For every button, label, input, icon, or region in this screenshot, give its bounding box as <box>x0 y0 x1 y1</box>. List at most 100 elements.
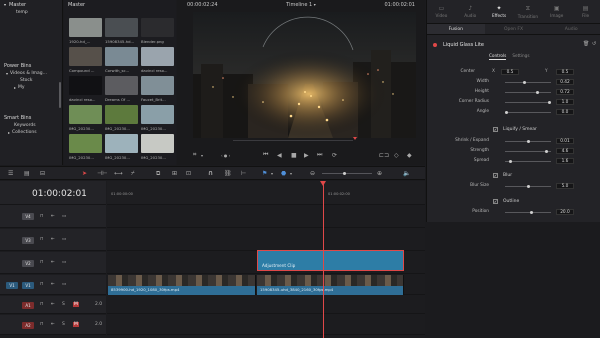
smart-bins-header[interactable]: Smart Bins <box>0 113 63 122</box>
adjustment-clip[interactable]: Adjustment Clip <box>257 250 404 271</box>
viewer-frame[interactable] <box>193 12 416 138</box>
blur-size-slider[interactable] <box>505 185 551 188</box>
timeline-view-icon[interactable]: ☰ <box>8 170 13 177</box>
video-clip-b[interactable]: 15908345-uhd_3840_2160_30fps.mp4 <box>257 275 404 295</box>
param-height-slider[interactable] <box>505 91 551 94</box>
tab-image[interactable]: ▣ Image <box>542 0 571 23</box>
effect-header[interactable]: Liquid Glass Lite <box>433 42 484 48</box>
track-label[interactable]: A1 <box>22 301 34 309</box>
mute-icon[interactable]: M <box>73 322 79 327</box>
position-lock-icon[interactable]: ⊢ <box>241 170 246 177</box>
lock-icon[interactable]: ⊓ <box>40 302 44 307</box>
zoom-in-icon[interactable]: ⊕ <box>377 170 382 177</box>
replace-clip-icon[interactable]: ⊡ <box>186 170 191 177</box>
trim-tool-icon[interactable]: ⊣⊢ <box>97 170 107 177</box>
match-frame-icon[interactable]: ⊏⊐ <box>379 152 389 159</box>
marker-icon[interactable]: ⬣ <box>281 170 286 177</box>
slider-knob[interactable] <box>523 81 527 84</box>
clip-thumbnail[interactable]: 15908345-hd... <box>105 18 138 45</box>
loop-icon[interactable]: ⟳ <box>332 152 337 159</box>
auto-select-icon[interactable]: ⇤ <box>51 322 55 327</box>
tab-fusion[interactable]: Fusion <box>427 24 485 34</box>
tab-file[interactable]: ▤ File <box>571 0 600 23</box>
track-visibility-icon[interactable]: ▭ <box>62 237 66 242</box>
liquify-toggle[interactable]: ✓ Liquify / Smear <box>493 127 537 132</box>
slider-knob[interactable] <box>548 101 551 104</box>
scrub-playhead[interactable] <box>353 137 357 140</box>
overwrite-clip-icon[interactable]: ⊞ <box>172 170 177 177</box>
param-height-field[interactable]: 0.72 <box>556 89 574 95</box>
center-x-field[interactable]: 0.5 <box>501 69 519 75</box>
clip-thumbnail[interactable]: davinci reso... <box>69 76 102 103</box>
chevron-down-icon[interactable]: ▾ <box>271 171 273 176</box>
clip-thumbnail[interactable]: IMG_20230... <box>141 105 174 132</box>
timeline-name[interactable]: Timeline 1 ▾ <box>286 2 316 8</box>
param-angle-field[interactable]: 0.0 <box>556 109 574 115</box>
skip-forward-icon[interactable]: ⏭ <box>317 151 322 159</box>
zoom-out-icon[interactable]: ⊖ <box>310 170 315 177</box>
param-spread-field[interactable]: 1.6 <box>556 158 574 164</box>
blur-size-field[interactable]: 5.0 <box>556 183 574 189</box>
solo-icon[interactable]: S <box>62 322 65 327</box>
link-icon[interactable]: ⛓ <box>224 170 232 177</box>
slider-knob[interactable] <box>544 150 548 153</box>
track-label[interactable]: V3 <box>22 236 34 244</box>
snapping-icon[interactable]: ∩ <box>208 169 213 177</box>
video-clip-a[interactable]: 8539900-hd_1920_1080_30fps.mp4 <box>108 275 256 295</box>
lock-icon[interactable]: ⊓ <box>40 282 44 287</box>
bins-scrollbar[interactable] <box>59 82 61 108</box>
track-visibility-icon[interactable]: ▭ <box>62 214 66 219</box>
auto-select-icon[interactable]: ⇤ <box>51 237 55 242</box>
lock-icon[interactable]: ⊓ <box>40 260 44 265</box>
playhead[interactable] <box>323 184 324 338</box>
track-header-v3[interactable]: V3 ⊓ ⇤ ▭ <box>0 229 106 251</box>
timeline-ruler[interactable]: 01:00:00:00 01:00:02:00 <box>107 181 425 205</box>
power-bins-header[interactable]: Power Bins <box>0 61 63 70</box>
clip-thumbnail[interactable]: Blender.png <box>141 18 174 45</box>
param-angle-slider[interactable] <box>505 111 551 114</box>
slider-knob[interactable] <box>509 160 513 163</box>
param-width-slider[interactable] <box>505 81 551 84</box>
track-header-v1[interactable]: V1 V1 ⊓ ⇤ ▭ <box>0 275 106 295</box>
reverse-play-icon[interactable]: ◀ <box>277 152 282 159</box>
mark-out-icon[interactable]: ◆ <box>407 152 412 159</box>
timeline-options-icon[interactable]: ⊟ <box>40 170 45 177</box>
scrub-bar[interactable] <box>233 140 353 141</box>
clip-thumbnail[interactable]: Compound ... <box>69 47 102 74</box>
param-spread-slider[interactable] <box>505 160 551 163</box>
lock-icon[interactable]: ⊓ <box>40 237 44 242</box>
skip-back-icon[interactable]: ⏮ <box>263 151 268 159</box>
slider-knob[interactable] <box>535 91 539 94</box>
position-slider[interactable] <box>505 211 551 214</box>
track-header-a2[interactable]: A2 ⊓ ⇤ S M 2.0 <box>0 315 106 335</box>
master-bin-header[interactable]: ▾ Master <box>0 0 62 9</box>
lock-icon[interactable]: ⊓ <box>40 322 44 327</box>
param-shrink-expand-field[interactable]: 0.01 <box>556 138 574 144</box>
bin-keywords[interactable]: Keywords <box>0 122 63 129</box>
source-track-selector[interactable]: V1 <box>6 281 18 289</box>
chevron-down-icon[interactable]: ▾ <box>201 153 203 158</box>
slider-knob[interactable] <box>343 172 346 175</box>
selection-tool-icon[interactable]: ➤ <box>82 170 87 177</box>
tab-open-fx[interactable]: Open FX <box>485 24 543 34</box>
insert-clip-icon[interactable]: ⧉ <box>156 170 160 178</box>
outline-toggle[interactable]: ✓ Outline <box>493 199 519 204</box>
slider-knob[interactable] <box>526 185 530 188</box>
stop-icon[interactable]: ■ <box>291 152 297 159</box>
track-header-a1[interactable]: A1 ⊓ ⇤ S M 2.0 <box>0 296 106 314</box>
effect-enable-dot[interactable] <box>433 43 437 47</box>
clip-thumbnail[interactable]: Dreams Of ... <box>105 76 138 103</box>
track-label[interactable]: V2 <box>22 259 34 267</box>
param-strength-slider[interactable] <box>505 150 551 153</box>
track-height-icon[interactable]: ▤ <box>24 170 30 177</box>
center-y-field[interactable]: 0.5 <box>556 69 574 75</box>
track-header-v4[interactable]: V4 ⊓ ⇤ ▭ <box>0 205 106 228</box>
track-lane-v4[interactable] <box>107 205 425 228</box>
track-lane-v3[interactable] <box>107 229 425 251</box>
tab-audio-fx[interactable]: Audio <box>542 24 600 34</box>
param-corner-radius-field[interactable]: 1.0 <box>556 99 574 105</box>
checkbox-checked-icon[interactable]: ✓ <box>493 127 498 132</box>
tab-settings[interactable]: Settings <box>512 53 529 60</box>
clip-thumbnail[interactable]: IMG_20230... <box>105 105 138 132</box>
track-header-v2[interactable]: V2 ⊓ ⇤ ▭ <box>0 252 106 274</box>
